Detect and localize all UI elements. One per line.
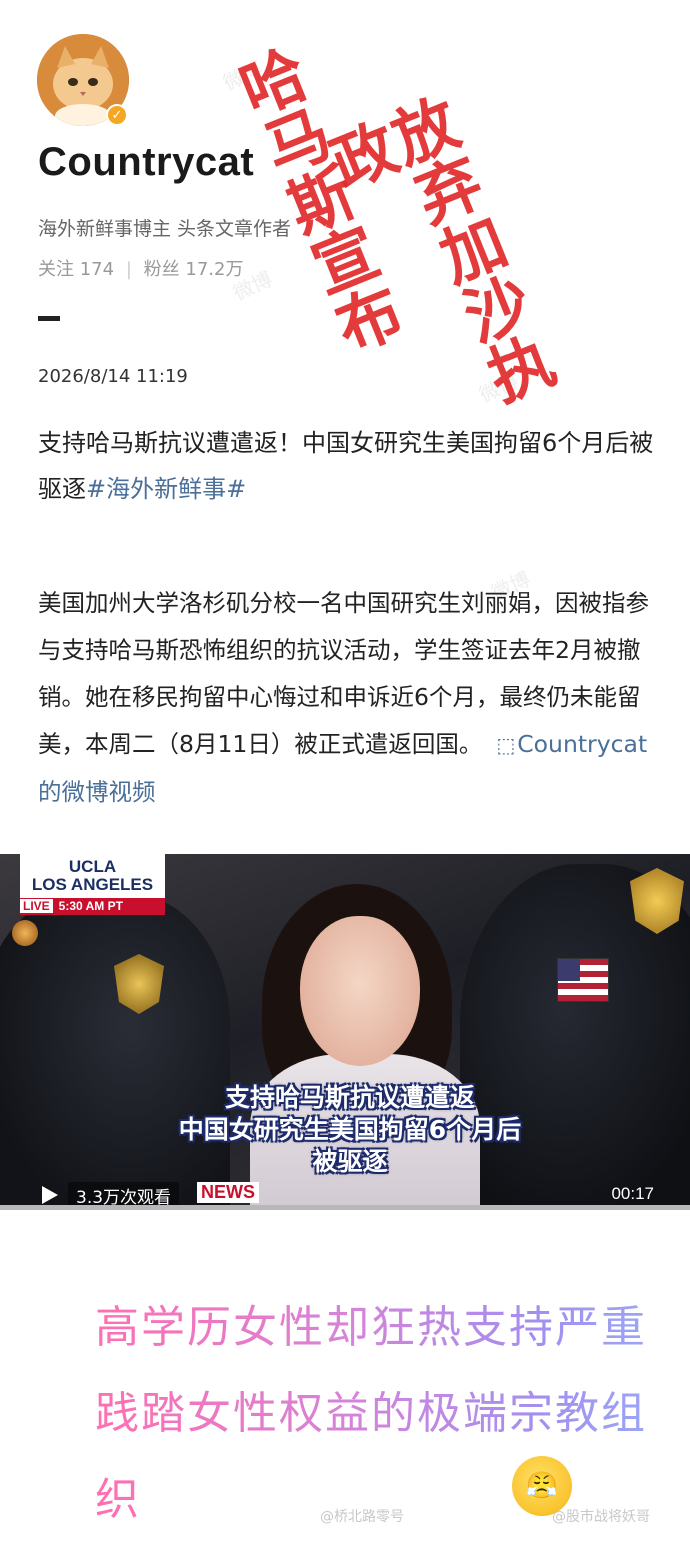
video-duration: 00:17 — [611, 1184, 654, 1203]
us-flag-patch-icon — [557, 958, 609, 1002]
watermark-bottom-left: @桥北路零号 — [320, 1509, 404, 1525]
news-location-label: UCLA LOS ANGELES — [20, 854, 165, 898]
username[interactable]: Countrycat — [38, 140, 254, 185]
following-label[interactable]: 关注 — [38, 259, 74, 280]
section-divider — [38, 316, 60, 321]
profile-stats: 关注 174 | 粉丝 17.2万 — [38, 255, 243, 281]
video-frame-person-face — [300, 916, 420, 1066]
news-label-line2: LOS ANGELES — [31, 875, 154, 894]
subtitle-line1: 支持哈马斯抗议遭遣返 — [224, 1083, 475, 1112]
post-timestamp: 2026/8/14 11:19 — [38, 366, 188, 387]
following-count[interactable]: 174 — [80, 259, 114, 280]
news-label-line1: UCLA — [68, 857, 117, 876]
video-subtitle: 支持哈马斯抗议遭遣返 中国女研究生美国拘留6个月后 被驱逐 — [90, 1082, 610, 1178]
live-tag: LIVE — [20, 899, 53, 913]
comment-text: 高学历女性却狂热支持严重践踏女性权益的极端宗教组织 — [95, 1285, 655, 1543]
followers-label[interactable]: 粉丝 — [144, 259, 180, 280]
live-bar: LIVE 5:30 AM PT — [20, 898, 165, 915]
post-body: 美国加州大学洛杉矶分校一名中国研究生刘丽娟，因被指参与支持哈马斯恐怖组织的抗议活… — [38, 580, 663, 816]
channel-logo-icon — [12, 920, 38, 946]
followers-count[interactable]: 17.2万 — [185, 259, 243, 280]
watermark-bottom-right: @股市战将妖哥 — [552, 1509, 650, 1525]
verified-badge-icon: ✓ — [106, 104, 128, 126]
news-logo: NEWS — [197, 1182, 259, 1203]
video-player[interactable]: UCLA LOS ANGELES LIVE 5:30 AM PT 支持哈马斯抗议遭… — [0, 854, 690, 1210]
subtitle-line3: 被驱逐 — [312, 1147, 388, 1176]
play-icon[interactable] — [42, 1186, 58, 1204]
topic-hashtag-link[interactable]: #海外新鲜事# — [86, 475, 246, 503]
video-progress-track[interactable] — [0, 1205, 690, 1210]
subtitle-line2: 中国女研究生美国拘留6个月后 — [178, 1115, 522, 1144]
post-title: 支持哈马斯抗议遭遣返！中国女研究生美国拘留6个月后被驱逐#海外新鲜事# — [38, 420, 658, 512]
video-camera-icon: ⬚ — [496, 733, 516, 757]
live-time: 5:30 AM PT — [58, 899, 123, 913]
profile-description: 海外新鲜事博主 头条文章作者 — [38, 218, 292, 240]
stats-divider: | — [125, 259, 132, 280]
